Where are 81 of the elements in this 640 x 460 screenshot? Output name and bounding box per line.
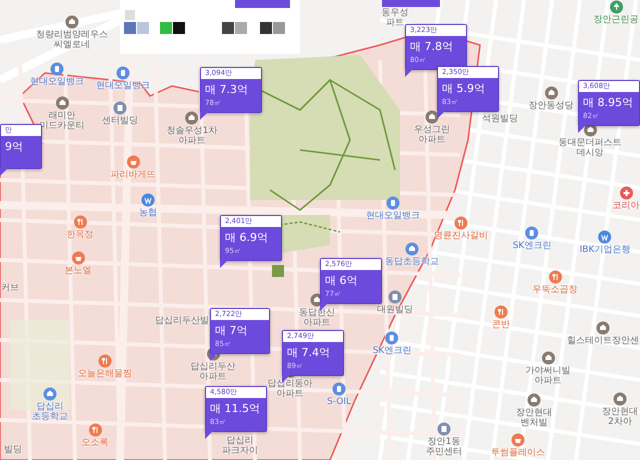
fuel-pump-icon: [386, 196, 400, 210]
price-marker-edge[interactable]: [382, 0, 440, 7]
map-label[interactable]: 장안동성당: [528, 101, 574, 112]
map-label[interactable]: 답십리동아 아파트: [268, 379, 312, 400]
building-icon: [437, 422, 451, 436]
fuel-pump-icon: [116, 66, 130, 80]
house-icon: [596, 321, 610, 335]
map-label[interactable]: 파리바게뜨: [110, 170, 156, 180]
building-icon: [113, 101, 127, 115]
fuel-pump-icon: [385, 331, 399, 345]
house-icon: [65, 15, 79, 29]
map-label[interactable]: 대원빌딩: [377, 305, 413, 316]
house-icon: [425, 110, 439, 124]
map-label[interactable]: 본노엘: [64, 266, 92, 276]
map-label[interactable]: 답십리 초등학교: [32, 402, 68, 423]
map-label[interactable]: 우성그린 아파트: [414, 125, 450, 146]
sale-price: 9억: [4, 139, 24, 154]
sale-price: 매 6.9억: [224, 230, 269, 245]
fork-knife-icon: [494, 305, 508, 319]
fork-knife-icon: [88, 423, 102, 437]
map-label[interactable]: 청량리범양레우스 씨엘로네: [36, 30, 108, 51]
map-label[interactable]: S-OIL: [327, 397, 351, 408]
map-label[interactable]: 커브: [1, 283, 19, 294]
bank-icon: [598, 230, 612, 244]
bank-icon: [141, 193, 155, 207]
cup-icon: [511, 433, 525, 447]
map-label[interactable]: SK엔크린: [512, 241, 552, 252]
map-label[interactable]: 동대문더퍼스트 데시앙: [558, 138, 622, 159]
fork-knife-icon: [73, 215, 87, 229]
school-icon: [405, 242, 419, 256]
sale-price: 매 7.3억: [204, 82, 249, 97]
map-label[interactable]: 오늘은해물찜: [78, 369, 132, 380]
fork-knife-icon: [548, 270, 562, 284]
map-label[interactable]: 한옥정: [66, 230, 94, 240]
map-label[interactable]: 장안근린공: [594, 15, 638, 26]
map-label[interactable]: 청솔우성1차 아파트: [166, 126, 218, 147]
sale-price: 매 11.5억: [209, 401, 261, 416]
sale-price: 매 7.8억: [409, 39, 454, 54]
sale-price: 매 7억: [214, 323, 248, 338]
map-label[interactable]: 명륜진사갈비: [434, 231, 488, 242]
sale-price: 매 6억: [324, 273, 358, 288]
map-label[interactable]: 힐스테이트장안센: [567, 336, 639, 346]
map-label[interactable]: 투썸플레이스: [491, 448, 545, 458]
fuel-pump-icon: [525, 226, 539, 240]
house-icon: [613, 392, 627, 406]
fork-knife-icon: [98, 354, 112, 368]
cup-icon: [126, 155, 140, 169]
map-label[interactable]: 가야써니빌 아파트: [526, 366, 570, 387]
map-label[interactable]: 장안1동 주민센터: [426, 437, 462, 458]
house-icon: [527, 393, 541, 407]
map-label[interactable]: 석원빌딩: [482, 114, 518, 124]
house-icon: [541, 351, 555, 365]
map-label[interactable]: 우뚝소곱창: [532, 285, 578, 296]
sale-price: 매 5.9억: [441, 81, 486, 96]
map-label[interactable]: 장안현대 2차아: [602, 407, 638, 428]
map-label[interactable]: 동답한신 아파트: [299, 308, 335, 329]
school-icon: [43, 387, 57, 401]
house-icon: [185, 111, 199, 125]
sale-price: 매 7.4억: [286, 345, 331, 360]
cross-icon: [619, 186, 633, 200]
fuel-pump-icon: [332, 382, 346, 396]
house-icon: [544, 86, 558, 100]
map-label[interactable]: 답십리두산빌: [155, 316, 209, 326]
house-icon: [55, 96, 69, 110]
cup-icon: [71, 251, 85, 265]
fuel-pump-icon: [50, 62, 64, 76]
map-label[interactable]: 농협: [139, 208, 157, 218]
map-label[interactable]: 센터빌딩: [102, 116, 138, 126]
map-label[interactable]: 빌딩: [4, 445, 22, 456]
map-label[interactable]: SK엔크린: [372, 346, 412, 356]
map-label[interactable]: IBK기업은행: [580, 245, 630, 256]
map-label[interactable]: 오소록: [82, 438, 108, 448]
map-label[interactable]: 코리아: [612, 201, 640, 212]
map-label[interactable]: 콘반: [492, 320, 510, 330]
map-label[interactable]: 장안현대 벤처빌: [516, 408, 552, 429]
fork-knife-icon: [454, 216, 468, 230]
sale-price: 매 8.95억: [582, 95, 634, 110]
map-label[interactable]: 답십리 파크자이: [222, 436, 258, 457]
map-label[interactable]: 답십리두산 아파트: [190, 362, 236, 383]
map-label[interactable]: 현대오일뱅크: [366, 211, 420, 222]
building-icon: [388, 290, 402, 304]
